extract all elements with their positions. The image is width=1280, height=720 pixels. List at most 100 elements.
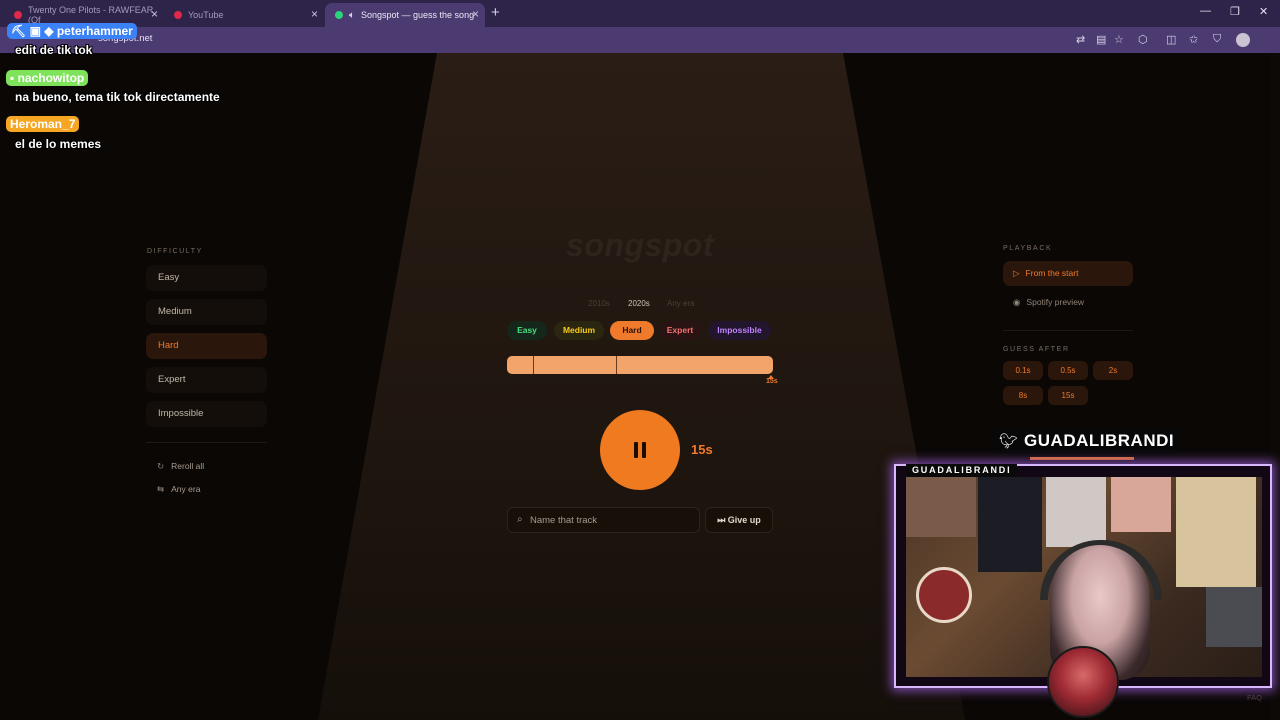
era-any[interactable]: Any era [667, 299, 695, 308]
guess-after-option[interactable]: 0.5s [1048, 361, 1088, 380]
any-era-button[interactable]: ⇆ Any era [157, 484, 200, 495]
level-hard-pill[interactable]: Hard [610, 321, 654, 340]
progress-marker [533, 356, 534, 374]
twitter-bird-icon: 🐦︎ [999, 433, 1019, 450]
level-easy-pill[interactable]: Easy [507, 321, 547, 340]
window-close-icon[interactable]: ✕ [1259, 5, 1268, 18]
progress-marker [616, 356, 617, 374]
accent-underline [1030, 457, 1134, 460]
faq-link[interactable]: FAQ [1247, 693, 1262, 702]
playback-heading: PLAYBACK [1003, 245, 1053, 252]
chat-username: ⛏︎ ▣ ◆ peterhammer [7, 23, 137, 39]
shuffle-icon: ⇆ [157, 484, 165, 494]
youtube-favicon-icon [174, 11, 182, 19]
progress-end-label: 15s [766, 378, 778, 385]
search-icon: ⌕ [517, 514, 523, 525]
difficulty-heading: DIFFICULTY [147, 248, 203, 255]
chat-message: edit de tik tok [15, 43, 93, 57]
era-2020s[interactable]: 2020s [628, 299, 650, 308]
difficulty-medium[interactable]: Medium [146, 299, 267, 325]
close-tab-icon[interactable]: × [151, 8, 158, 20]
twitter-handle-banner: 🐦︎ GUADALIBRANDI [993, 428, 1181, 454]
tab-title: Twenty One Pilots - RAWFEAR (Of [28, 5, 154, 25]
tab-title: YouTube [188, 10, 224, 20]
minimize-icon[interactable]: — [1200, 5, 1211, 17]
reroll-all-button[interactable]: ↻ Reroll all [157, 461, 204, 472]
level-medium-pill[interactable]: Medium [554, 321, 604, 340]
browser-tab-bar: Twenty One Pilots - RAWFEAR (Of × YouTub… [0, 0, 1280, 27]
chat-username: ▪ nachowitop [6, 70, 89, 86]
youtube-favicon-icon [14, 11, 22, 19]
chat-username-text: nachowitop [17, 71, 85, 85]
extensions-icon[interactable]: ⬡ [1138, 33, 1148, 46]
chat-username: Heroman_7 [6, 116, 80, 132]
new-tab-icon[interactable]: + [491, 4, 500, 22]
spotify-icon: ◉ [1013, 297, 1021, 307]
difficulty-impossible[interactable]: Impossible [146, 401, 267, 427]
pause-icon [634, 442, 646, 458]
guess-after-option[interactable]: 15s [1048, 386, 1088, 405]
tab-youtube[interactable]: YouTube × [164, 3, 324, 27]
divider [146, 442, 267, 443]
chat-username-text: peterhammer [56, 24, 133, 38]
playback-from-start[interactable]: ▷ From the start [1003, 261, 1133, 286]
guess-after-option[interactable]: 0.1s [1003, 361, 1043, 380]
level-expert-pill[interactable]: Expert [659, 321, 701, 340]
songspot-logo: songspot [566, 227, 714, 263]
platform-sign [916, 567, 972, 623]
era-2010s[interactable]: 2010s [588, 299, 610, 308]
speaker-icon[interactable]: 🔈︎ [349, 10, 355, 21]
give-up-label: Give up [727, 515, 761, 525]
snippet-progress-bar[interactable] [507, 356, 774, 379]
split-view-icon[interactable]: ◫ [1166, 33, 1176, 46]
playback-label: From the start [1025, 268, 1079, 278]
restore-icon[interactable]: ❐ [1230, 5, 1240, 18]
divider [1003, 330, 1133, 331]
tab-songspot[interactable]: 🔈︎ Songspot — guess the song × [325, 3, 485, 27]
refresh-icon: ↻ [157, 461, 165, 471]
profile-avatar[interactable] [1236, 33, 1250, 47]
track-search-input[interactable] [530, 512, 695, 528]
songspot-favicon-icon [335, 11, 343, 19]
playback-label: Spotify preview [1026, 297, 1085, 307]
shield-icon[interactable]: ⛉ [1213, 33, 1221, 46]
chat-message: na bueno, tema tik tok directamente [15, 90, 220, 104]
guess-after-option[interactable]: 8s [1003, 386, 1043, 405]
bookmark-star-icon[interactable]: ☆ [1114, 33, 1124, 46]
pause-button[interactable] [600, 410, 680, 490]
skip-icon: ⏭︎ [717, 515, 728, 525]
difficulty-hard[interactable]: Hard [146, 333, 267, 359]
badge-icon: ⛏︎ ▣ ◆ [11, 24, 57, 38]
level-impossible-pill[interactable]: Impossible [708, 321, 771, 340]
twitter-handle: GUADALIBRANDI [1024, 431, 1175, 450]
address-bar: songspot.net ⇄ ▤ ☆ ⬡ ◫ ✩ ⛉ [0, 27, 1280, 53]
any-era-label: Any era [171, 484, 201, 494]
difficulty-easy[interactable]: Easy [146, 265, 267, 291]
wall-poster [1046, 477, 1106, 547]
play-icon: ▷ [1013, 268, 1020, 278]
webcam-title: GUADALIBRANDI [906, 464, 1018, 477]
badge-icon: ▪ [10, 71, 18, 85]
favorites-icon[interactable]: ✩ [1189, 33, 1198, 46]
guess-after-heading: GUESS AFTER [1003, 346, 1070, 353]
wall-poster [1176, 477, 1256, 587]
track-search-box: ⌕ [507, 507, 700, 533]
chat-message: el de lo memes [15, 137, 102, 151]
wall-poster [978, 477, 1042, 572]
translate-icon[interactable]: ⇄ [1076, 33, 1085, 46]
close-tab-icon[interactable]: × [311, 8, 318, 20]
wall-poster [906, 477, 976, 537]
wall-poster [1206, 587, 1262, 647]
tab-title: Songspot — guess the song [361, 10, 475, 20]
close-tab-icon[interactable]: × [472, 8, 479, 20]
streamer-avatar [1047, 646, 1119, 718]
reader-icon[interactable]: ▤ [1096, 33, 1106, 46]
app-root: Twenty One Pilots - RAWFEAR (Of × YouTub… [0, 0, 1280, 720]
give-up-button[interactable]: ⏭︎ Give up [705, 507, 773, 533]
guess-after-option[interactable]: 2s [1093, 361, 1133, 380]
difficulty-expert[interactable]: Expert [146, 367, 267, 393]
wall-poster [1111, 477, 1171, 532]
reroll-label: Reroll all [171, 461, 205, 471]
playback-spotify-preview[interactable]: ◉ Spotify preview [1003, 290, 1133, 315]
snippet-length: 15s [691, 442, 713, 457]
